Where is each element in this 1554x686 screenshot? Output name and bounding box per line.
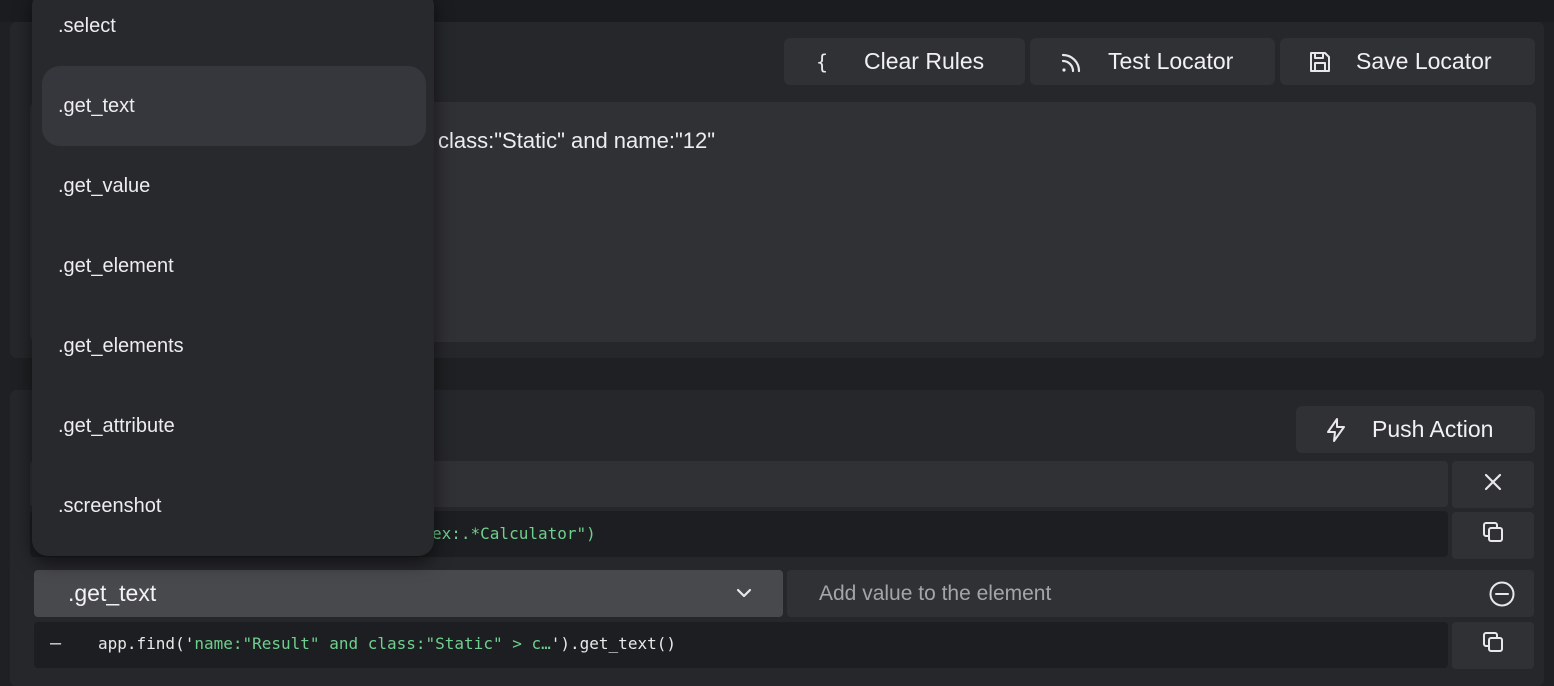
menu-item-get-text[interactable]: .get_text [42,66,426,146]
menu-item-screenshot[interactable]: .screenshot [42,466,426,546]
menu-item-get-attribute[interactable]: .get_attribute [42,386,426,466]
copy-icon [1479,628,1507,663]
rule-text: class:"Static" and name:"12" [438,128,716,153]
clear-rules-button[interactable]: { } Clear Rules [784,38,1025,85]
code-row-dash: – [50,632,62,654]
save-locator-button[interactable]: Save Locator [1280,38,1535,85]
value-input[interactable] [787,570,1534,617]
save-locator-label: Save Locator [1356,48,1492,74]
push-action-label: Push Action [1372,416,1494,442]
code-suffix: ').get_text() [550,634,676,653]
floppy-disk-icon [1306,48,1334,76]
clear-rules-label: Clear Rules [864,48,985,74]
method-select[interactable]: .get_text [34,570,783,617]
find-code-fragment: ex:.*Calculator") [432,524,596,543]
svg-text:{ }: { } [816,50,841,74]
menu-item-select[interactable]: .select [42,0,426,66]
copy-find-code-button[interactable] [1452,512,1534,559]
menu-item-get-value[interactable]: .get_value [42,146,426,226]
copy-icon [1479,518,1507,553]
test-locator-label: Test Locator [1108,48,1234,74]
copy-code-button[interactable] [1452,622,1534,669]
minus-circle-icon[interactable] [1487,579,1517,609]
method-select-value: .get_text [68,580,157,606]
rss-signal-icon [1058,48,1086,76]
close-icon [1482,469,1504,500]
push-action-button[interactable]: Push Action [1296,406,1535,453]
chevron-down-icon [733,582,755,604]
menu-item-get-elements[interactable]: .get_elements [42,306,426,386]
remove-row-button[interactable] [1452,461,1534,508]
method-dropdown-menu: .select .get_text .get_value .get_elemen… [32,0,434,556]
generated-code: app.find('name:"Result" and class:"Stati… [98,634,676,653]
code-selector: name:"Result" and class:"Static" > c… [194,634,551,653]
braces-icon: { } [814,48,842,76]
lightning-icon [1322,416,1350,444]
code-prefix: app.find(' [98,634,195,653]
menu-item-get-element[interactable]: .get_element [42,226,426,306]
test-locator-button[interactable]: Test Locator [1030,38,1275,85]
